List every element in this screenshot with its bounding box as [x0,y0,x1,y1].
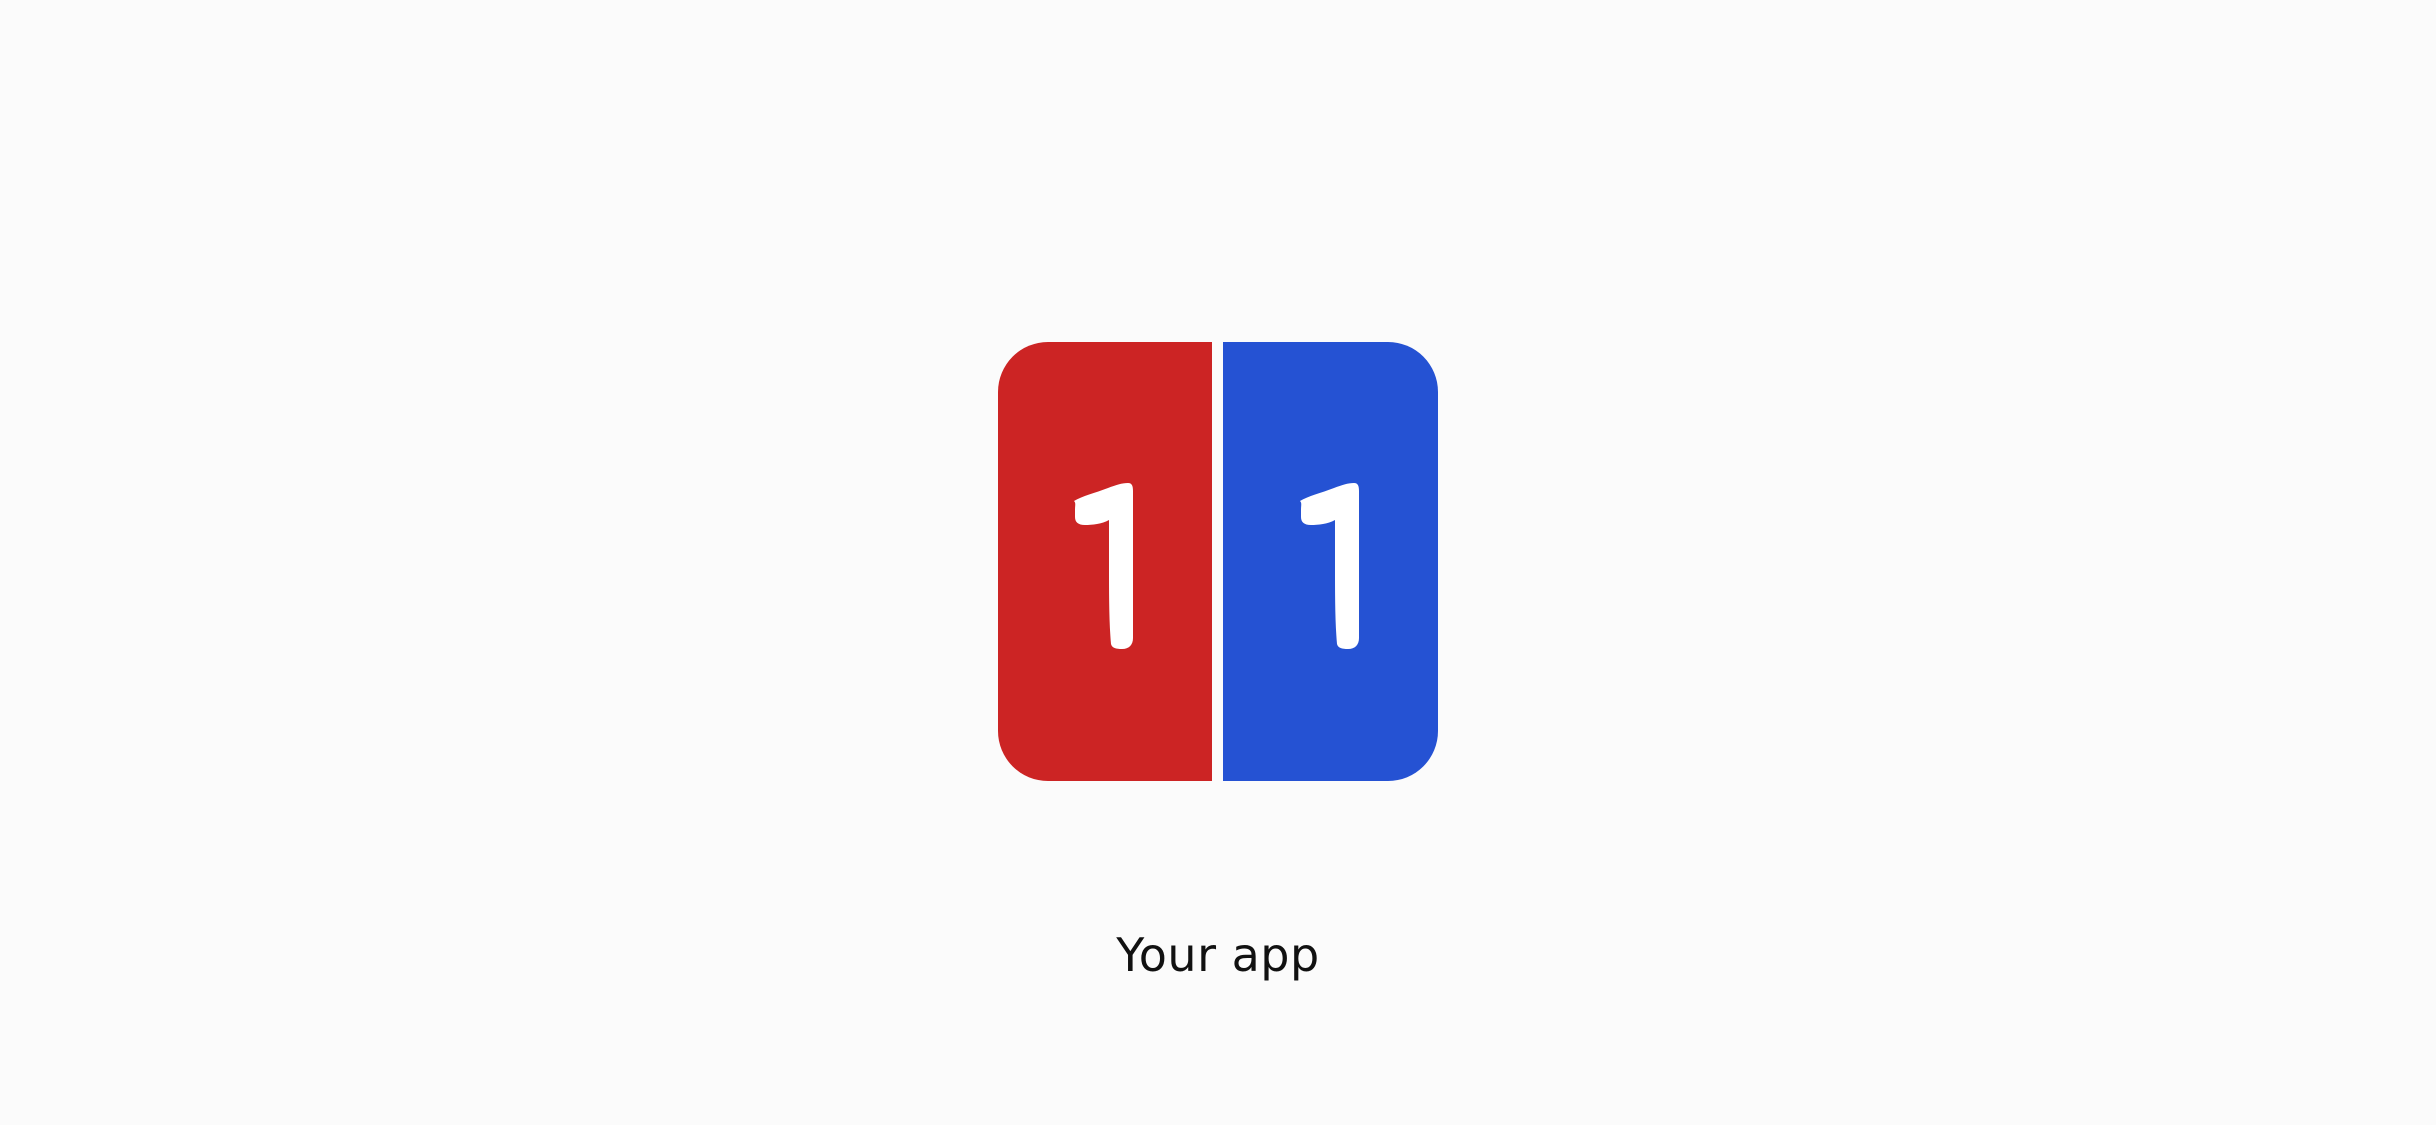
left-panel [998,342,1212,781]
digit-one-right [1299,482,1359,649]
right-panel [1223,342,1438,781]
app-name-label: Your app [1116,928,1320,982]
app-icon[interactable] [998,342,1438,781]
digit-one-left [1074,482,1133,649]
screen: Your app [0,0,2436,1125]
